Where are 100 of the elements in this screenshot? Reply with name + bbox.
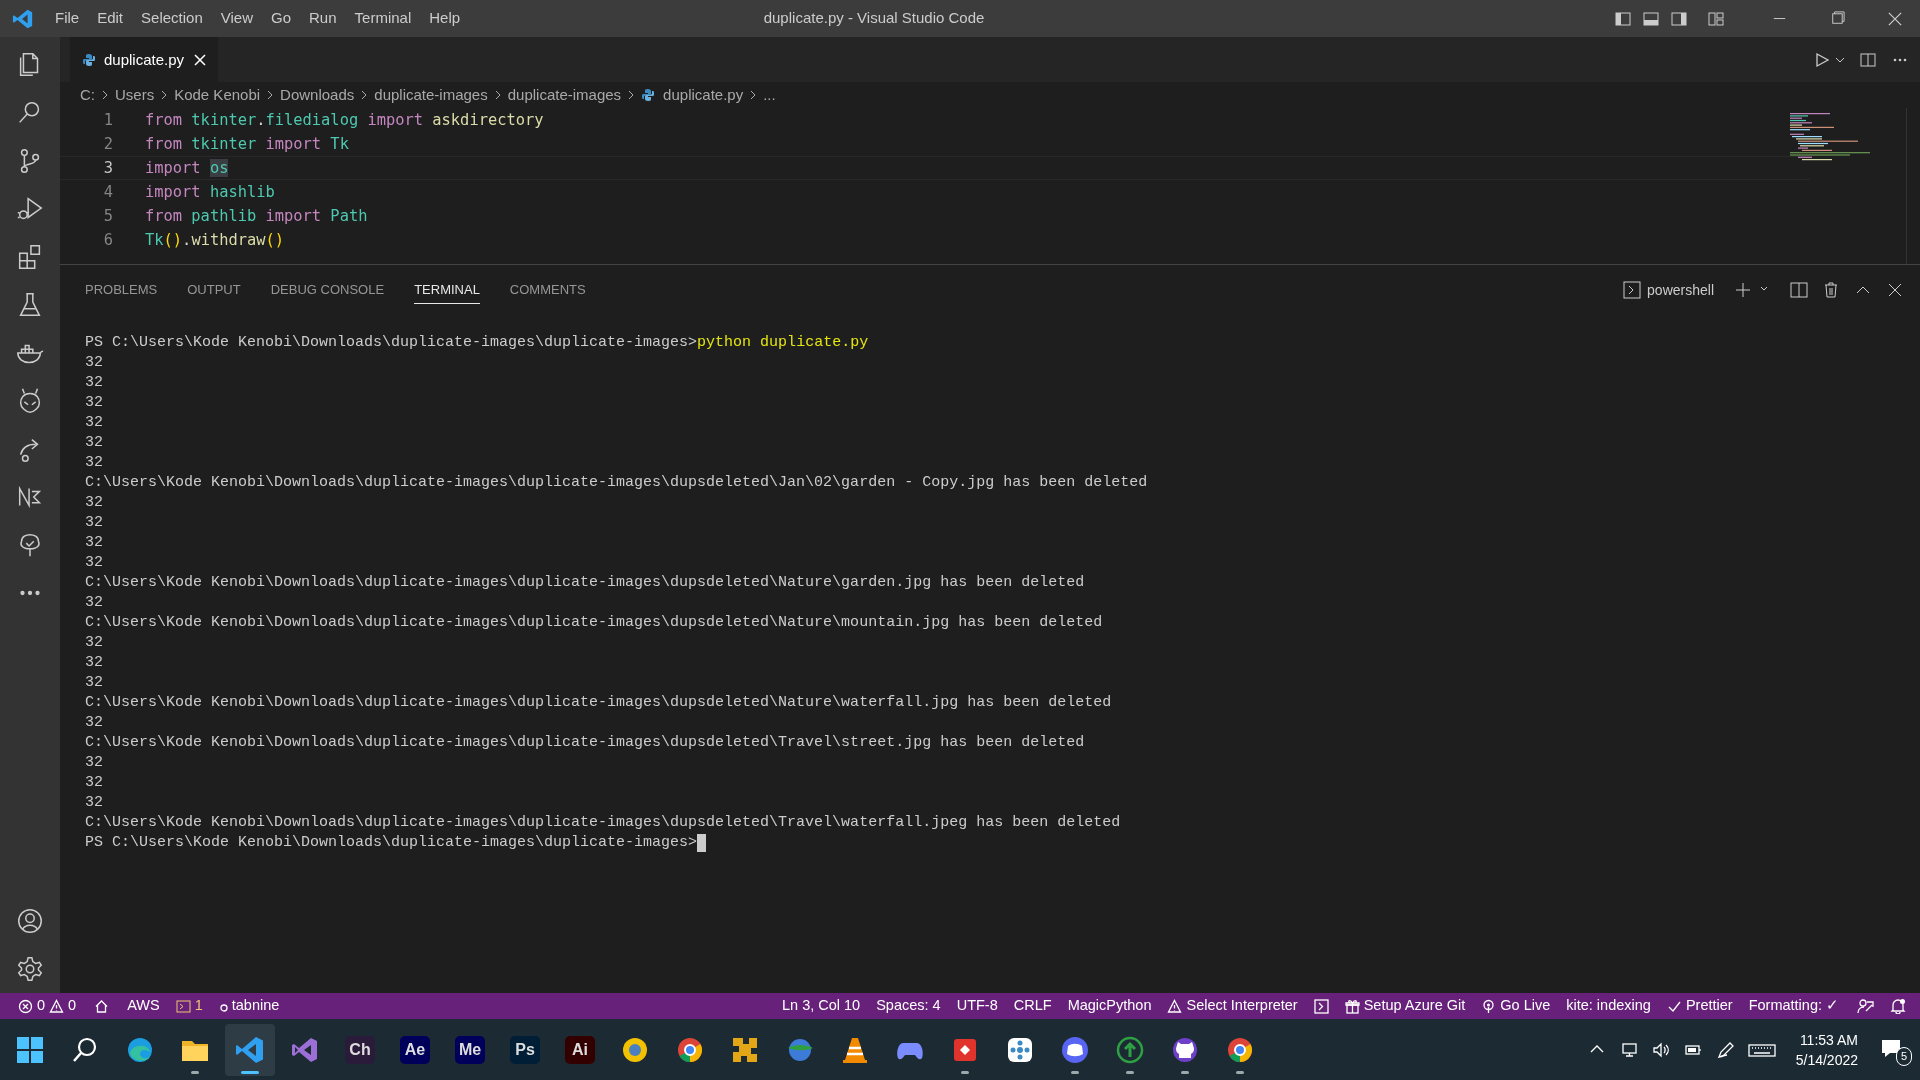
breadcrumb-item[interactable]: Downloads xyxy=(280,83,355,107)
editor-logo-icon xyxy=(235,1034,265,1065)
pen-icon[interactable] xyxy=(1715,1040,1734,1059)
taskbar-app[interactable]: Me xyxy=(445,1023,495,1076)
terminal-prompt: PS C:\Users\Kode Kenobi\Downloads\duplicate-images\duplicate-images> xyxy=(85,833,698,853)
account-icon[interactable] xyxy=(15,906,45,936)
panel-bottom-icon[interactable] xyxy=(1642,9,1660,28)
panel-tab[interactable]: DEBUG CONSOLE xyxy=(270,275,385,305)
tabnine-status[interactable]: tabnine xyxy=(210,995,288,1017)
chevron-icon xyxy=(160,90,169,100)
layout-icon[interactable] xyxy=(1707,9,1725,28)
menu-item[interactable]: File xyxy=(46,7,89,30)
problems-status[interactable]: 0 0 xyxy=(0,995,85,1017)
menu-item[interactable]: Edit xyxy=(88,7,133,30)
terminal-output: 32 xyxy=(85,593,103,613)
breadcrumb-item[interactable]: duplicate-images xyxy=(374,83,488,107)
status-item[interactable]: UTF-8 xyxy=(948,995,1006,1017)
clock-time[interactable]: 11:53 AM xyxy=(1799,1029,1858,1050)
line-number: 5 xyxy=(102,206,113,227)
chevron-icon xyxy=(493,90,502,100)
network-icon[interactable] xyxy=(1619,1040,1638,1059)
terminal-name[interactable]: powershell xyxy=(1647,279,1714,301)
status-item[interactable]: Select Interpreter xyxy=(1159,995,1306,1017)
status-item[interactable]: Prettier xyxy=(1658,995,1741,1017)
menu-item[interactable]: Selection xyxy=(132,7,212,30)
taskbar-app[interactable]: Ai xyxy=(555,1023,605,1076)
breadcrumb-item[interactable]: duplicate.py xyxy=(663,83,744,107)
menu-item[interactable]: Run xyxy=(300,7,346,30)
breadcrumb-item[interactable]: duplicate-images xyxy=(507,83,622,107)
panel-tab[interactable]: OUTPUT xyxy=(187,275,241,305)
status-item[interactable]: CRLF xyxy=(1005,995,1060,1017)
menu-item[interactable]: Terminal xyxy=(345,7,421,30)
taskbar-app[interactable]: Ae xyxy=(390,1023,440,1076)
breadcrumb-item[interactable]: Users xyxy=(115,83,155,107)
menu-item[interactable]: Help xyxy=(420,7,470,30)
terminal-output: 32 xyxy=(85,673,103,693)
line-number: 2 xyxy=(102,134,113,155)
app-label: Me xyxy=(455,1035,485,1064)
close-icon[interactable] xyxy=(194,54,207,66)
app-logo-icon xyxy=(12,7,34,30)
terminal-icon xyxy=(1623,281,1642,299)
line-number: 3 xyxy=(102,158,113,179)
volume-icon[interactable] xyxy=(1651,1040,1670,1059)
status-item[interactable]: Setup Azure Git xyxy=(1336,995,1474,1017)
breadcrumb-item[interactable]: ... xyxy=(763,83,776,107)
status-item[interactable]: MagicPython xyxy=(1059,995,1160,1017)
app-label: Ai xyxy=(565,1035,595,1064)
panel-left-icon[interactable] xyxy=(1614,9,1632,28)
taskbar-app[interactable]: Ch xyxy=(335,1023,385,1076)
python-file-icon xyxy=(641,88,656,102)
panel-right-icon[interactable] xyxy=(1670,9,1688,28)
app-label: Ae xyxy=(400,1035,430,1064)
terminal-output: 32 xyxy=(85,653,103,673)
feedback-icon[interactable] xyxy=(1857,997,1874,1015)
terminal-output: C:\Users\Kode Kenobi\Downloads\duplicate-images\duplicate-images\dupsdeleted\Travel\street.jpg has been deleted xyxy=(85,733,1085,753)
status-item[interactable]: kite: indexing xyxy=(1558,995,1659,1017)
gift-icon xyxy=(1344,998,1360,1014)
plus-icon[interactable] xyxy=(1734,281,1752,299)
panel-tab[interactable]: TERMINAL xyxy=(414,275,480,305)
status-item[interactable]: AWS xyxy=(119,995,168,1017)
notification-button[interactable]: 5 xyxy=(1880,1033,1912,1066)
code-line: Tk().withdraw() xyxy=(144,230,285,251)
split-terminal-icon[interactable] xyxy=(1790,281,1808,299)
broadcast-icon xyxy=(1481,998,1497,1014)
settings-icon[interactable] xyxy=(15,954,45,984)
panel-tab[interactable]: COMMENTS xyxy=(509,275,586,305)
terminal-status[interactable]: 1 xyxy=(167,995,211,1017)
code-line: from pathlib import Path xyxy=(144,206,368,227)
close-icon[interactable] xyxy=(1886,281,1904,299)
code-line: import hashlib xyxy=(144,182,275,203)
terminal-output: 32 xyxy=(85,453,103,473)
menu-item[interactable]: Go xyxy=(262,7,300,30)
breadcrumb-item[interactable]: Kode Kenobi xyxy=(174,83,261,107)
trash-icon[interactable] xyxy=(1822,281,1840,299)
terminal-output: 32 xyxy=(85,713,103,733)
status-item[interactable]: Spaces: 4 xyxy=(868,995,949,1017)
count-badge: 5 xyxy=(1895,1047,1912,1066)
line-number: 4 xyxy=(102,182,113,203)
menu-item[interactable]: View xyxy=(211,7,262,30)
split-editor-icon[interactable] xyxy=(1860,51,1876,68)
breadcrumb-item[interactable]: C: xyxy=(80,83,95,107)
terminal-icon[interactable] xyxy=(1313,998,1329,1014)
status-item[interactable]: Go Live xyxy=(1473,995,1559,1017)
editor-tab[interactable]: duplicate.py xyxy=(70,37,219,82)
run-icon[interactable] xyxy=(1814,51,1830,68)
terminal-output: 32 xyxy=(85,793,103,813)
terminal-output: C:\Users\Kode Kenobi\Downloads\duplicate-images\duplicate-images\dupsdeleted\Nature\mountain.jpg has been deleted xyxy=(85,613,1103,633)
clock-date[interactable]: 5/14/2022 xyxy=(1795,1049,1858,1070)
status-item[interactable]: Ln 3, Col 10 xyxy=(773,995,869,1017)
code-line: from tkinter.filedialog import askdirectory xyxy=(144,110,544,131)
terminal-output: 32 xyxy=(85,773,103,793)
home-icon[interactable] xyxy=(94,998,110,1014)
panel-tab[interactable]: PROBLEMS xyxy=(85,275,158,305)
bell-icon[interactable] xyxy=(1890,998,1906,1014)
chevron-icon xyxy=(627,90,636,100)
taskbar-app[interactable]: Ps xyxy=(500,1023,550,1076)
chevron-icon xyxy=(266,90,275,100)
status-item[interactable]: Formatting: ✓ xyxy=(1740,995,1847,1017)
chevron-icon xyxy=(749,90,758,100)
chevron-icon xyxy=(360,90,369,100)
